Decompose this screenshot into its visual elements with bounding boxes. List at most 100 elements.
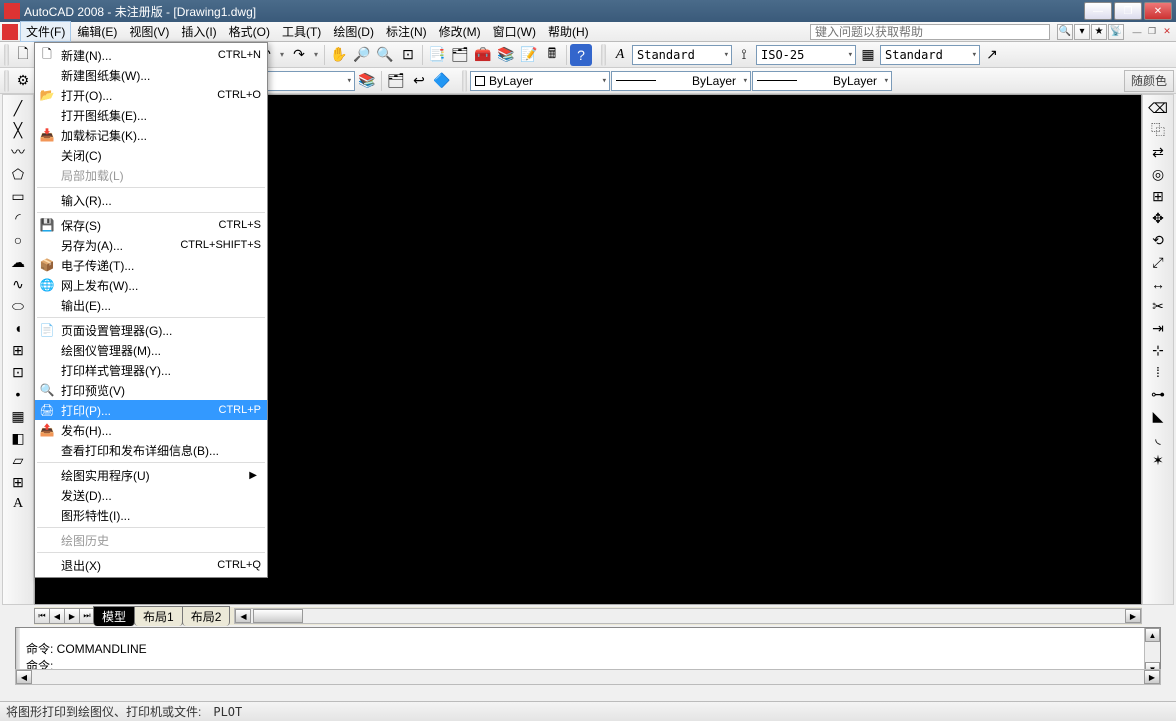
close-button[interactable]: ✕	[1144, 2, 1172, 20]
point-icon[interactable]: •	[7, 383, 29, 405]
file-menu-item[interactable]: 📤发布(H)...	[35, 420, 267, 440]
maximize-button[interactable]: ❐	[1114, 2, 1142, 20]
menu-window[interactable]: 窗口(W)	[487, 21, 542, 42]
zoom-prev-icon[interactable]: 🔍	[374, 44, 396, 66]
scale-icon[interactable]: ⤢	[1147, 251, 1169, 273]
markup-icon[interactable]: 📝	[518, 44, 540, 66]
file-menu-item[interactable]: 📂打开(O)...CTRL+O	[35, 85, 267, 105]
file-menu-item[interactable]: 🔍打印预览(V)	[35, 380, 267, 400]
stretch-icon[interactable]: ↔	[1147, 273, 1169, 295]
chamfer-icon[interactable]: ◣	[1147, 405, 1169, 427]
menu-format[interactable]: 格式(O)	[223, 21, 276, 42]
offset-icon[interactable]: ◎	[1147, 163, 1169, 185]
file-menu-item[interactable]: 打印样式管理器(Y)...	[35, 360, 267, 380]
undo-dropdown-button[interactable]: ▾	[277, 50, 287, 59]
infocenter-star-icon[interactable]: ★	[1091, 24, 1107, 40]
file-menu-item[interactable]: 🌐网上发布(W)...	[35, 275, 267, 295]
construction-line-icon[interactable]: ╳	[7, 119, 29, 141]
redo-icon[interactable]: ↷	[288, 44, 310, 66]
tab-nav-next-button[interactable]: ▶	[64, 608, 80, 624]
help-search-input[interactable]	[810, 24, 1050, 40]
menu-tools[interactable]: 工具(T)	[276, 21, 327, 42]
toolbar-grip[interactable]	[462, 70, 467, 92]
workspace-icon[interactable]: ⚙	[12, 70, 34, 92]
hatch-icon[interactable]: ▦	[7, 405, 29, 427]
file-menu-item[interactable]: 另存为(A)...CTRL+SHIFT+S	[35, 235, 267, 255]
sheetset-icon[interactable]: 📚	[495, 44, 517, 66]
file-menu-item[interactable]: 📦电子传递(T)...	[35, 255, 267, 275]
infocenter-satellite-icon[interactable]: 📡	[1108, 24, 1124, 40]
rectangle-icon[interactable]: ▭	[7, 185, 29, 207]
tab-model[interactable]: 模型	[93, 606, 135, 626]
menu-modify[interactable]: 修改(M)	[433, 21, 487, 42]
toolpal-icon[interactable]: 🧰	[472, 44, 494, 66]
cmdwin-vscroll-up-button[interactable]: ▲	[1145, 628, 1160, 642]
polyline-icon[interactable]: 〰	[7, 141, 29, 163]
mirror-icon[interactable]: ⇄	[1147, 141, 1169, 163]
arc-icon[interactable]: ◜	[7, 207, 29, 229]
file-menu-item[interactable]: 🗋新建(N)...CTRL+N	[35, 45, 267, 65]
mdi-close-button[interactable]: ✕	[1160, 25, 1174, 39]
layer-isolate-icon[interactable]: 🔷	[431, 70, 453, 92]
menu-dim[interactable]: 标注(N)	[380, 21, 433, 42]
hscroll-right-button[interactable]: ▶	[1125, 609, 1141, 623]
move-icon[interactable]: ✥	[1147, 207, 1169, 229]
file-menu-item[interactable]: 退出(X)CTRL+Q	[35, 555, 267, 575]
menu-help[interactable]: 帮助(H)	[542, 21, 595, 42]
gradient-icon[interactable]: ◧	[7, 427, 29, 449]
mdi-restore-button[interactable]: ❐	[1145, 25, 1159, 39]
file-menu-item[interactable]: 图形特性(I)...	[35, 505, 267, 525]
mtext-icon[interactable]: A	[7, 493, 29, 515]
infocenter-search-icon[interactable]: 🔍	[1057, 24, 1073, 40]
copy-obj-icon[interactable]: ⿻	[1147, 119, 1169, 141]
file-menu-item[interactable]: 新建图纸集(W)...	[35, 65, 267, 85]
textstyle-combo[interactable]: Standard	[632, 45, 732, 65]
region-icon[interactable]: ▱	[7, 449, 29, 471]
erase-icon[interactable]: ⌫	[1147, 97, 1169, 119]
file-menu-item[interactable]: 输出(E)...	[35, 295, 267, 315]
zoom-window-icon[interactable]: ⊡	[397, 44, 419, 66]
infocenter-dropdown-button[interactable]: ▾	[1074, 24, 1090, 40]
cmdwin-hscroll-left-button[interactable]: ◀	[16, 670, 32, 684]
file-menu-item[interactable]: 绘图实用程序(U)▶	[35, 465, 267, 485]
linetype-combo[interactable]: ByLayer	[611, 71, 751, 91]
layer-previous-icon[interactable]: ↩	[408, 70, 430, 92]
mdi-minimize-button[interactable]: —	[1130, 25, 1144, 39]
cmdwin-hscroll-right-button[interactable]: ▶	[1144, 670, 1160, 684]
layer-states-icon[interactable]: 🗂	[385, 70, 407, 92]
file-menu-item[interactable]: 💾保存(S)CTRL+S	[35, 215, 267, 235]
file-menu-item[interactable]: 📥加载标记集(K)...	[35, 125, 267, 145]
tablestyle-icon[interactable]: ▦	[857, 44, 879, 66]
file-menu-item[interactable]: 🖨打印(P)...CTRL+P	[35, 400, 267, 420]
tab-nav-prev-button[interactable]: ◀	[49, 608, 65, 624]
file-menu-item[interactable]: 输入(R)...	[35, 190, 267, 210]
array-icon[interactable]: ⊞	[1147, 185, 1169, 207]
line-icon[interactable]: ╱	[7, 97, 29, 119]
ellipse-arc-icon[interactable]: ◖	[7, 317, 29, 339]
redo-dropdown-button[interactable]: ▾	[311, 50, 321, 59]
rotate-icon[interactable]: ⟲	[1147, 229, 1169, 251]
dimstyle-icon[interactable]: ⟟	[733, 44, 755, 66]
revcloud-icon[interactable]: ☁	[7, 251, 29, 273]
insert-block-icon[interactable]: ⊞	[7, 339, 29, 361]
color-combo[interactable]: ByLayer	[470, 71, 610, 91]
trim-icon[interactable]: ✂	[1147, 295, 1169, 317]
zoom-rt-icon[interactable]: 🔎	[351, 44, 373, 66]
toolbar-grip[interactable]	[4, 44, 9, 66]
menu-file[interactable]: 文件(F)	[20, 21, 71, 42]
textstyle-icon[interactable]: A	[609, 44, 631, 66]
plotstyle-bycolor[interactable]: 随颜色	[1124, 70, 1174, 92]
file-menu-item[interactable]: 📄页面设置管理器(G)...	[35, 320, 267, 340]
tablestyle-combo[interactable]: Standard	[880, 45, 980, 65]
polygon-icon[interactable]: ⬠	[7, 163, 29, 185]
tab-layout1[interactable]: 布局1	[134, 606, 183, 626]
toolbar-grip[interactable]	[4, 70, 9, 92]
menu-draw[interactable]: 绘图(D)	[327, 21, 380, 42]
canvas-hscrollbar[interactable]: ◀ ▶	[234, 608, 1142, 624]
mleaderstyle-icon[interactable]: ↗	[981, 44, 1003, 66]
hscroll-left-button[interactable]: ◀	[235, 609, 251, 623]
menu-view[interactable]: 视图(V)	[123, 21, 175, 42]
dcenter-icon[interactable]: 🗂	[449, 44, 471, 66]
ellipse-icon[interactable]: ⬭	[7, 295, 29, 317]
minimize-button[interactable]: —	[1084, 2, 1112, 20]
